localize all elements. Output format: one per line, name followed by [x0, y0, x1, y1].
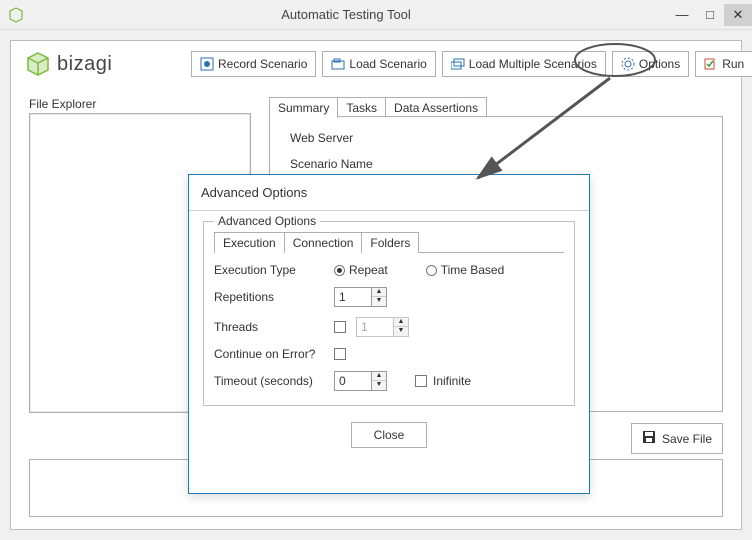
threads-label: Threads [214, 320, 334, 334]
load-scenario-button[interactable]: Load Scenario [322, 51, 435, 77]
gear-icon [621, 57, 635, 71]
timeout-input[interactable] [335, 372, 371, 390]
tab-row: Summary Tasks Data Assertions [269, 97, 487, 118]
save-file-label: Save File [662, 432, 712, 446]
brand-logo: bizagi [25, 51, 112, 77]
threads-spinner: ▲▼ [393, 318, 408, 336]
tab-data-assertions[interactable]: Data Assertions [385, 97, 487, 118]
load-label: Load Scenario [349, 57, 426, 71]
app-icon [8, 7, 24, 23]
title-bar: Automatic Testing Tool — □ ✕ [0, 0, 752, 30]
run-icon [704, 57, 718, 71]
options-label: Options [639, 57, 680, 71]
record-icon [200, 57, 214, 71]
record-scenario-button[interactable]: Record Scenario [191, 51, 316, 77]
threads-checkbox[interactable] [334, 321, 346, 333]
options-button[interactable]: Options [612, 51, 689, 77]
maximize-button[interactable]: □ [696, 4, 724, 26]
tab-connection[interactable]: Connection [284, 232, 363, 253]
tab-execution[interactable]: Execution [214, 232, 285, 253]
run-button[interactable]: Run [695, 51, 752, 77]
timeout-spinner[interactable]: ▲▼ [371, 372, 386, 390]
save-file-button[interactable]: Save File [631, 423, 723, 454]
tab-tasks[interactable]: Tasks [337, 97, 386, 118]
continue-on-error-checkbox[interactable] [334, 348, 346, 360]
radio-timebased-label: Time Based [441, 263, 505, 277]
repetitions-spinner[interactable]: ▲▼ [371, 288, 386, 306]
repetitions-input[interactable] [335, 288, 371, 306]
radio-repeat[interactable]: Repeat [334, 263, 388, 277]
execution-type-label: Execution Type [214, 263, 334, 277]
scenario-name-label: Scenario Name [290, 157, 400, 171]
timeout-label: Timeout (seconds) [214, 374, 334, 388]
save-icon [642, 430, 656, 447]
file-explorer-label: File Explorer [29, 97, 96, 111]
radio-repeat-label: Repeat [349, 263, 388, 277]
infinite-label: Inifinite [433, 374, 471, 388]
threads-field: ▲▼ [356, 317, 409, 337]
load-multi-icon [451, 57, 465, 71]
brand-name: bizagi [57, 53, 112, 76]
timeout-field[interactable]: ▲▼ [334, 371, 387, 391]
minimize-button[interactable]: — [668, 4, 696, 26]
close-window-button[interactable]: ✕ [724, 4, 752, 26]
load-icon [331, 57, 345, 71]
toolbar: Record Scenario Load Scenario Load Multi… [191, 51, 731, 77]
advanced-options-dialog: Advanced Options Advanced Options Execut… [188, 174, 590, 494]
record-label: Record Scenario [218, 57, 307, 71]
tab-summary[interactable]: Summary [269, 97, 338, 118]
load-multi-label: Load Multiple Scenarios [469, 57, 597, 71]
fieldset-legend: Advanced Options [214, 214, 320, 228]
run-label: Run [722, 57, 744, 71]
radio-time-based[interactable]: Time Based [426, 263, 505, 277]
tab-folders[interactable]: Folders [361, 232, 419, 253]
cube-icon [25, 51, 51, 77]
load-multiple-button[interactable]: Load Multiple Scenarios [442, 51, 606, 77]
threads-input [357, 318, 393, 336]
web-server-label: Web Server [290, 131, 400, 145]
advanced-options-fieldset: Advanced Options Execution Connection Fo… [203, 221, 575, 406]
close-dialog-button[interactable]: Close [351, 422, 428, 448]
dialog-tab-row: Execution Connection Folders [214, 232, 564, 253]
continue-on-error-label: Continue on Error? [214, 347, 334, 361]
repetitions-label: Repetitions [214, 290, 334, 304]
dialog-title: Advanced Options [189, 175, 589, 211]
repetitions-field[interactable]: ▲▼ [334, 287, 387, 307]
window-title: Automatic Testing Tool [24, 7, 668, 22]
infinite-checkbox[interactable] [415, 375, 427, 387]
